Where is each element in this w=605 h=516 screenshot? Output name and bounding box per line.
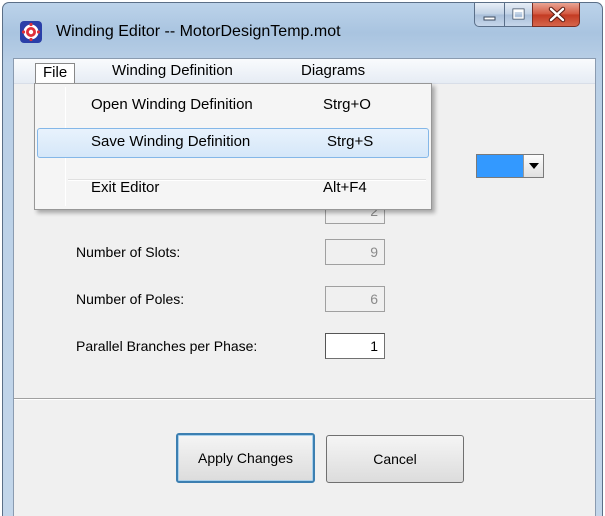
caption-buttons [474,3,580,27]
minimize-button[interactable] [474,3,504,27]
cancel-button[interactable]: Cancel [326,435,464,483]
file-menu-dropdown: Open Winding Definition Strg+O Save Wind… [34,83,432,210]
menu-item-exit-editor[interactable]: Exit Editor Alt+F4 [37,174,429,204]
minimize-icon [483,16,496,21]
window-title: Winding Editor -- MotorDesignTemp.mot [56,23,341,40]
menu-item-label: Save Winding Definition [91,133,251,150]
menu-file[interactable]: File [35,63,76,85]
maximize-button[interactable] [504,3,532,27]
parallel-branches-label: Parallel Branches per Phase: [76,338,258,354]
separator [14,398,595,400]
apply-changes-button[interactable]: Apply Changes [176,433,315,483]
menu-item-open-winding[interactable]: Open Winding Definition Strg+O [37,91,429,121]
menu-item-label: Exit Editor [91,179,160,196]
maximize-icon [512,8,525,20]
menu-item-shortcut: Strg+O [323,96,371,113]
poles-label: Number of Poles: [76,291,185,307]
chevron-down-icon [529,163,539,169]
slots-label: Number of Slots: [76,244,181,260]
close-button[interactable] [532,3,580,27]
winding-type-combo[interactable] [476,154,544,178]
menu-item-shortcut: Strg+S [327,133,374,150]
menu-winding-definition[interactable]: Winding Definition [105,62,240,82]
slots-field: 9 [325,239,385,265]
menu-item-shortcut: Alt+F4 [323,179,367,196]
menu-diagrams[interactable]: Diagrams [294,62,372,82]
menu-item-label: Open Winding Definition [91,96,253,113]
menu-item-save-winding[interactable]: Save Winding Definition Strg+S [37,128,429,158]
menu-bar: File Winding Definition Diagrams [14,59,595,85]
title-bar[interactable]: Winding Editor -- MotorDesignTemp.mot [3,3,602,59]
app-icon[interactable] [20,21,42,43]
combo-dropdown-button[interactable] [523,155,543,177]
poles-field: 6 [325,286,385,312]
winding-editor-window: Winding Editor -- MotorDesignTemp.mot Fi… [2,2,603,516]
parallel-branches-input[interactable]: 1 [325,333,385,359]
close-icon [548,6,566,23]
